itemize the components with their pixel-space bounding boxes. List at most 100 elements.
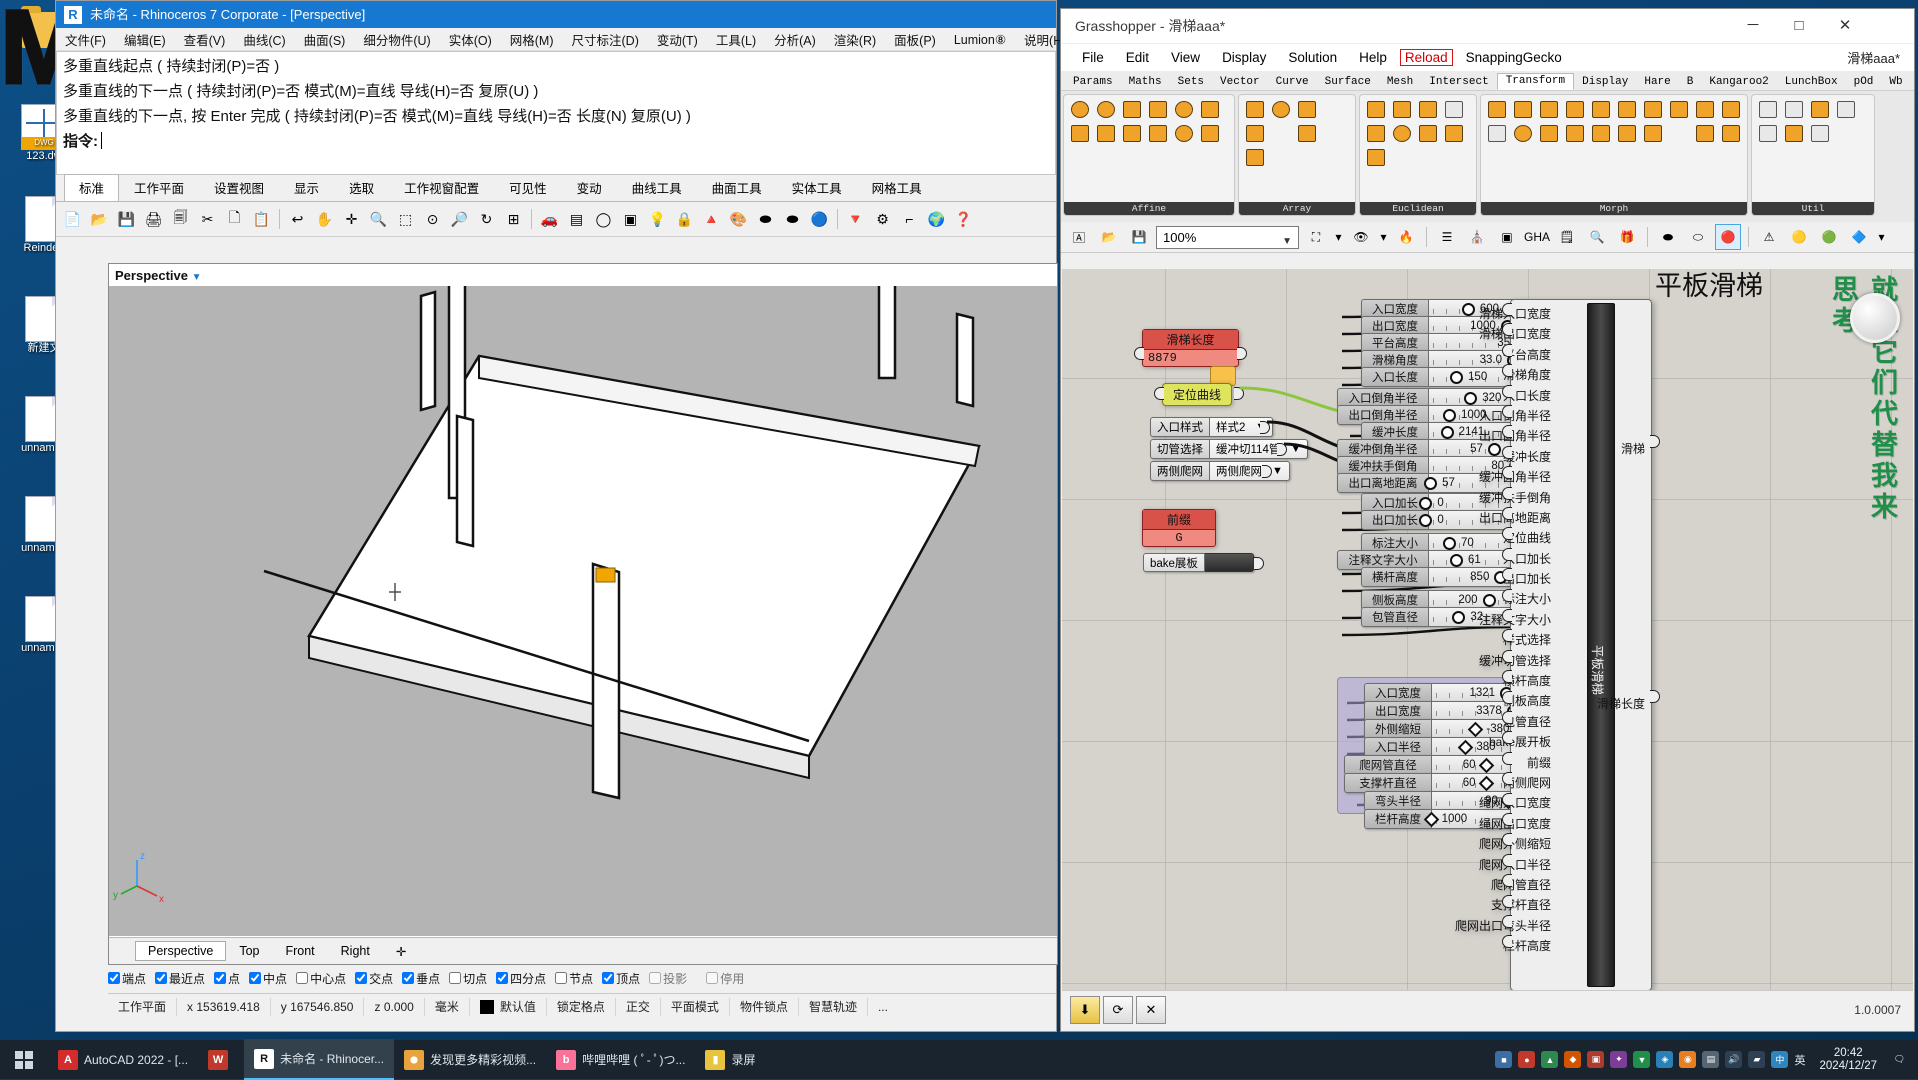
rhino-menu-subd[interactable]: 细分物件(U)	[354, 30, 439, 49]
cluster-input-port[interactable]	[1502, 874, 1512, 888]
gh-maximize-button[interactable]: □	[1776, 9, 1822, 43]
gh-profiler-icon[interactable]: ⛪	[1464, 224, 1490, 250]
morph-maelstrom-icon[interactable]	[1536, 121, 1562, 145]
gh-minimize-button[interactable]: －	[1730, 9, 1776, 43]
gh-sphere-green-icon[interactable]: 🟢	[1816, 224, 1842, 250]
morph-pointdeform-icon[interactable]	[1692, 97, 1718, 121]
util-grid-icon[interactable]	[1807, 121, 1833, 145]
gh-tab-curve[interactable]: Curve	[1268, 75, 1317, 90]
cluster-input-port[interactable]	[1502, 547, 1512, 561]
gh-menu-reload[interactable]: Reload	[1399, 49, 1453, 66]
paste-icon[interactable]: 📋	[249, 207, 274, 232]
gh-close-button[interactable]: ✕	[1822, 9, 1868, 43]
rhino-menu-render[interactable]: 渲染(R)	[825, 30, 885, 49]
command-history[interactable]: 多重直线起点 ( 持续封闭(P)=否 ) 多重直线的下一点 ( 持续封闭(P)=…	[56, 51, 1056, 175]
tray-app2-icon[interactable]: ●	[1518, 1051, 1536, 1068]
osnap-project[interactable]: 投影	[649, 970, 687, 987]
undo-icon[interactable]: ↩	[285, 207, 310, 232]
gh-tab-b[interactable]: B	[1679, 75, 1702, 90]
gh-canvas[interactable]: 平板滑梯 就让它们代替我来思考 滑梯长度 8879 定位曲线 入口样式 样式2 …	[1062, 269, 1913, 991]
move-icon[interactable]: ✛	[339, 207, 364, 232]
new-file-icon[interactable]: 📄	[60, 207, 85, 232]
snapshot-icon[interactable]: ▣	[618, 207, 643, 232]
gh-close-button-small[interactable]: ✕	[1136, 996, 1166, 1024]
rhino-menu-file[interactable]: 文件(F)	[56, 30, 115, 49]
gh-bake-icon[interactable]: 🔥	[1393, 224, 1419, 250]
sphere-shaded-icon[interactable]: ⬬	[780, 207, 805, 232]
tray-app10-icon[interactable]: ▤	[1702, 1051, 1720, 1068]
gh-shade-black-icon[interactable]: ⬬	[1655, 224, 1681, 250]
zoom-window-icon[interactable]: ⬚	[393, 207, 418, 232]
gh-tab-transform[interactable]: Transform	[1496, 73, 1575, 90]
status-grid-snap[interactable]: 锁定格点	[547, 998, 616, 1016]
osnap-mid-checkbox[interactable]	[249, 972, 262, 984]
four-view-icon[interactable]: ⊞	[501, 207, 526, 232]
gh-tab-sets[interactable]: Sets	[1170, 75, 1212, 90]
help-icon[interactable]: ❓	[951, 207, 976, 232]
taskbar-clock[interactable]: 20:42 2024/12/27	[1811, 1047, 1885, 1073]
tray-network-icon[interactable]: ▰	[1748, 1051, 1766, 1068]
rhino-menu-curve[interactable]: 曲线(C)	[234, 30, 294, 49]
osnap-project-checkbox[interactable]	[649, 972, 662, 984]
gh-tab-mesh[interactable]: Mesh	[1379, 75, 1421, 90]
light-icon[interactable]: 💡	[645, 207, 670, 232]
sphere-gray-icon[interactable]: ⬬	[753, 207, 778, 232]
cluster-flat-slide[interactable]: 滑梯入口宽度 滑梯出口宽度 平台高度 滑梯角度 入口长度 入口倒角半径 出口圆角半径 缓冲长度…	[1455, 299, 1652, 991]
rhino-menu-panels[interactable]: 面板(P)	[885, 30, 945, 49]
gh-preview-eye-icon[interactable]: 👁	[1348, 224, 1374, 250]
slider-knob[interactable]	[1423, 811, 1439, 827]
euclid-movealong-icon[interactable]	[1441, 97, 1467, 121]
morph-box-icon[interactable]	[1588, 121, 1614, 145]
slider-knob[interactable]	[1419, 513, 1433, 527]
osnap-intersect-checkbox[interactable]	[355, 972, 368, 984]
cluster-input-port[interactable]	[1502, 507, 1512, 520]
morph-twisted-icon[interactable]	[1562, 121, 1588, 145]
status-overflow[interactable]: ...	[868, 998, 898, 1016]
tray-app4-icon[interactable]: ◆	[1564, 1051, 1582, 1068]
cluster-input-port[interactable]	[1502, 853, 1512, 867]
gh-acb-icon[interactable]: 🄰	[1066, 224, 1092, 250]
save-icon[interactable]: 💾	[114, 207, 139, 232]
osnap-mid[interactable]: 中点	[249, 970, 287, 987]
gh-menu-file[interactable]: File	[1071, 50, 1115, 65]
cluster-input-port[interactable]	[1502, 609, 1512, 622]
affine-box-icon[interactable]	[1145, 97, 1171, 121]
start-button[interactable]	[0, 1040, 48, 1079]
cluster-input-port[interactable]	[1502, 670, 1512, 684]
gh-tab-pod[interactable]: pOd	[1846, 75, 1882, 90]
gh-tab-params[interactable]: Params	[1065, 75, 1121, 90]
gh-notes-icon[interactable]: 🗒	[1554, 224, 1580, 250]
cluster-input-port[interactable]	[1502, 486, 1512, 500]
osnap-center[interactable]: 中心点	[296, 970, 346, 987]
print-icon[interactable]: 🖨	[141, 207, 166, 232]
morph-blend-icon[interactable]	[1484, 97, 1510, 121]
gh-search-icon[interactable]: 🔍	[1584, 224, 1610, 250]
euclid-move-icon[interactable]	[1415, 97, 1441, 121]
cut-icon[interactable]: ✂	[195, 207, 220, 232]
sphere-blue-icon[interactable]: 🔵	[807, 207, 832, 232]
util-spin-icon[interactable]	[1833, 97, 1859, 121]
slider-knob[interactable]	[1419, 496, 1433, 510]
rhino-menu-transform[interactable]: 变动(T)	[648, 30, 707, 49]
morph-spatialdeform-icon[interactable]	[1666, 97, 1692, 121]
cluster-input-port[interactable]	[1502, 690, 1512, 704]
affine-scale-icon[interactable]	[1067, 97, 1093, 121]
cluster-input-port[interactable]	[1502, 343, 1512, 357]
viewport-tab-add[interactable]: ✛	[383, 941, 419, 962]
rhino-menu-solid[interactable]: 实体(O)	[440, 30, 501, 49]
toolbar-tab-mesh-tools[interactable]: 网格工具	[857, 174, 937, 201]
euclid-rotate3d-icon[interactable]	[1441, 121, 1467, 145]
viewport-label[interactable]: Perspective ▼	[115, 268, 202, 283]
affine-orient-dir-icon[interactable]	[1171, 121, 1197, 145]
tray-volume-icon[interactable]: 🔊	[1725, 1051, 1743, 1068]
cluster-input-port[interactable]	[1502, 425, 1512, 439]
toolbar-tab-display[interactable]: 显示	[279, 174, 334, 201]
gh-preview-dropdown-icon[interactable]: ▾	[1378, 224, 1389, 250]
osnap-disable[interactable]: 停用	[706, 970, 744, 987]
chevron-down-icon[interactable]: ▼	[1282, 231, 1292, 252]
affine-shear-icon[interactable]	[1197, 97, 1223, 121]
array-polar-icon[interactable]	[1242, 121, 1268, 145]
rhino-menu-edit[interactable]: 编辑(E)	[115, 30, 175, 49]
pan-icon[interactable]: ✋	[312, 207, 337, 232]
cluster-input-port[interactable]	[1502, 527, 1512, 541]
